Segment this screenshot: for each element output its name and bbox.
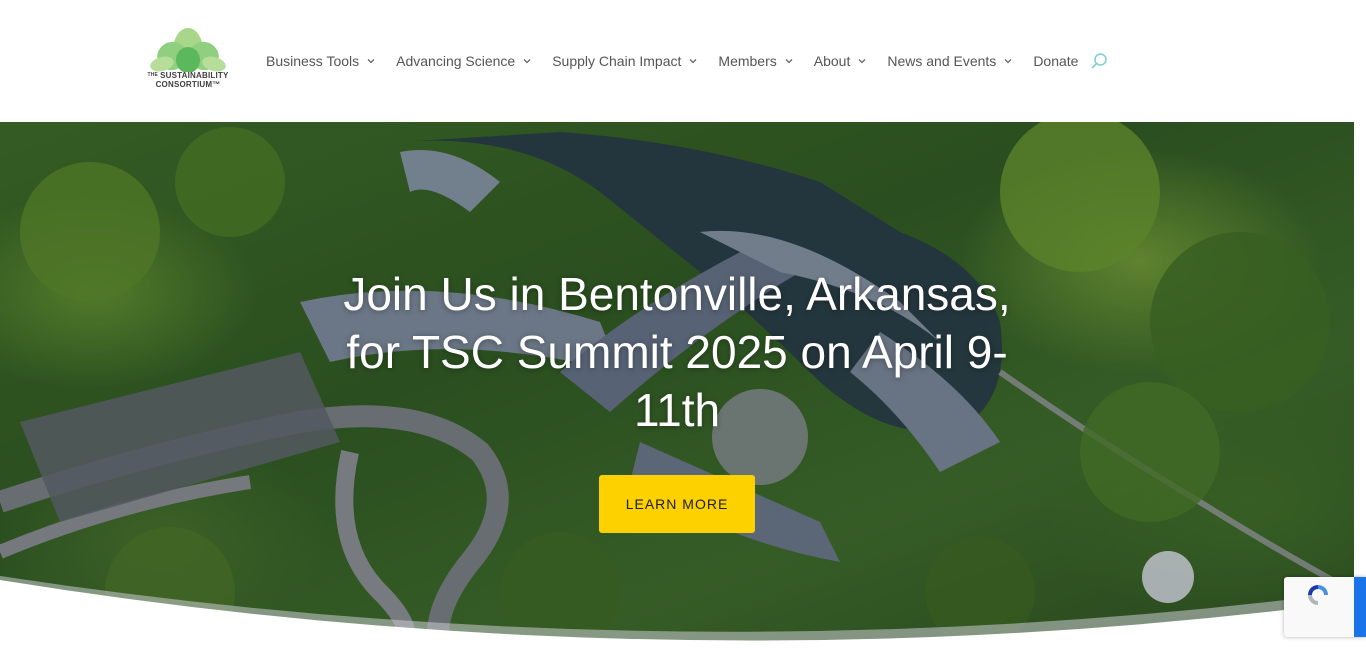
learn-more-button[interactable]: LEARN MORE [599, 475, 755, 533]
nav-item-news-and-events[interactable]: News and Events [887, 53, 1012, 69]
section-divider-curve [0, 576, 1366, 651]
nav-item-donate[interactable]: Donate [1033, 53, 1078, 69]
logo-wordmark: THE SUSTAINABILITY CONSORTIUM™ [138, 71, 238, 89]
chevron-down-icon [689, 59, 697, 64]
nav-item-members[interactable]: Members [718, 53, 793, 69]
page-scrollbar[interactable] [1354, 122, 1366, 651]
chevron-down-icon [1004, 59, 1012, 64]
logo[interactable]: THE SUSTAINABILITY CONSORTIUM™ [138, 28, 238, 96]
chevron-down-icon [367, 59, 375, 64]
nav-item-supply-chain-impact[interactable]: Supply Chain Impact [552, 53, 697, 69]
hero-heading: Join Us in Bentonville, Arkansas, for TS… [343, 268, 1011, 436]
chevron-down-icon [785, 59, 793, 64]
nav-item-business-tools[interactable]: Business Tools [266, 53, 375, 69]
nav-label: Donate [1033, 53, 1079, 69]
lotus-logo-icon [150, 28, 226, 72]
nav-item-advancing-science[interactable]: Advancing Science [396, 53, 531, 69]
nav-label: About [813, 53, 851, 69]
nav-label: Advancing Science [396, 53, 516, 69]
recaptcha-badge[interactable] [1284, 577, 1366, 637]
chevron-down-icon [858, 59, 866, 64]
logo-line2: CONSORTIUM™ [155, 80, 221, 89]
nav-label: News and Events [887, 53, 997, 69]
nav-label: Members [718, 53, 777, 69]
chevron-down-icon [523, 59, 531, 64]
main-nav: Business Tools Advancing Science Supply … [266, 50, 1108, 72]
search-icon[interactable] [1090, 52, 1108, 70]
logo-line1: SUSTAINABILITY [160, 71, 229, 80]
recaptcha-tab [1354, 577, 1366, 637]
recaptcha-icon [1308, 585, 1328, 605]
nav-label: Business Tools [266, 53, 360, 69]
nav-label: Supply Chain Impact [552, 53, 682, 69]
nav-item-about[interactable]: About [814, 53, 867, 69]
site-header: THE SUSTAINABILITY CONSORTIUM™ Business T… [0, 0, 1366, 122]
logo-small-text: THE [147, 72, 159, 78]
